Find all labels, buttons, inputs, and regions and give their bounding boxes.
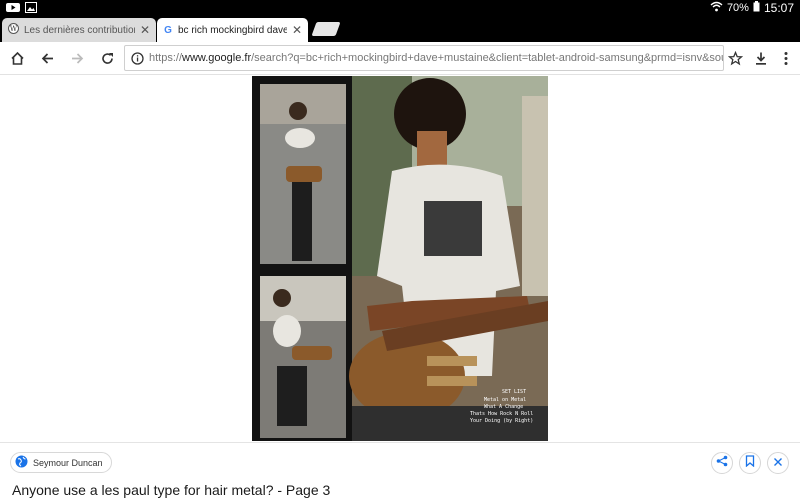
result-title[interactable]: Anyone use a les paul type for hair meta…: [12, 482, 330, 498]
tab-title: bc rich mockingbird dave mu: [178, 24, 287, 36]
share-icon: [716, 454, 728, 472]
divider: [0, 442, 800, 443]
browser-toolbar: https://www.google.fr/search?q=bc+rich+m…: [0, 42, 800, 75]
gallery-icon: [25, 2, 37, 16]
tab-title: Les dernières contributions d: [24, 24, 135, 36]
source-chip[interactable]: Seymour Duncan: [10, 452, 112, 473]
tab-1[interactable]: W Les dernières contributions d ✕: [2, 18, 156, 42]
youtube-icon: [6, 2, 20, 16]
image-viewer: SET LIST Metal on Metal What A Change Th…: [0, 75, 800, 500]
image-setlist-item: What A Change: [484, 404, 523, 410]
wiki-favicon: W: [8, 23, 19, 37]
bookmark-star-icon[interactable]: [726, 49, 744, 67]
url-text: https://www.google.fr/search?q=bc+rich+m…: [149, 52, 723, 64]
url-path: /search?q=bc+rich+mockingbird+dave+musta…: [251, 52, 723, 64]
wifi-icon: [710, 1, 723, 15]
close-icon: [773, 454, 783, 472]
menu-icon[interactable]: [777, 49, 795, 67]
battery-icon: [753, 1, 760, 15]
close-button[interactable]: [767, 452, 789, 474]
tab-2[interactable]: G bc rich mockingbird dave mu ✕: [157, 18, 308, 42]
bookmark-icon: [745, 454, 755, 472]
result-image[interactable]: SET LIST Metal on Metal What A Change Th…: [252, 76, 548, 441]
close-tab-icon[interactable]: ✕: [292, 23, 302, 37]
battery-percent: 70%: [726, 2, 749, 14]
url-scheme: https://: [149, 52, 183, 64]
svg-text:G: G: [164, 25, 172, 34]
google-favicon: G: [163, 24, 173, 37]
reload-icon[interactable]: [98, 49, 116, 67]
source-name: Seymour Duncan: [33, 457, 103, 468]
image-setlist-item: Thats How Rock N Roll: [470, 411, 533, 417]
new-tab-button[interactable]: [311, 22, 341, 36]
share-button[interactable]: [711, 452, 733, 474]
back-icon[interactable]: [38, 49, 56, 67]
close-tab-icon[interactable]: ✕: [140, 23, 150, 37]
svg-text:W: W: [10, 25, 18, 33]
save-button[interactable]: [739, 452, 761, 474]
home-icon[interactable]: [8, 49, 26, 67]
image-setlist-title: SET LIST: [502, 389, 526, 395]
image-setlist-item: Metal on Metal: [484, 397, 526, 403]
clock: 15:07: [763, 1, 794, 15]
url-domain: www.google.fr: [182, 52, 252, 64]
info-icon[interactable]: [125, 51, 149, 65]
globe-icon: [15, 455, 28, 470]
address-bar[interactable]: https://www.google.fr/search?q=bc+rich+m…: [124, 45, 724, 71]
forward-icon[interactable]: [68, 49, 86, 67]
tab-strip: W Les dernières contributions d ✕ G bc r…: [0, 16, 800, 42]
status-bar: 70% 15:07: [0, 0, 800, 16]
image-setlist-item: Your Doing (by Right): [470, 418, 533, 424]
download-icon[interactable]: [752, 49, 770, 67]
